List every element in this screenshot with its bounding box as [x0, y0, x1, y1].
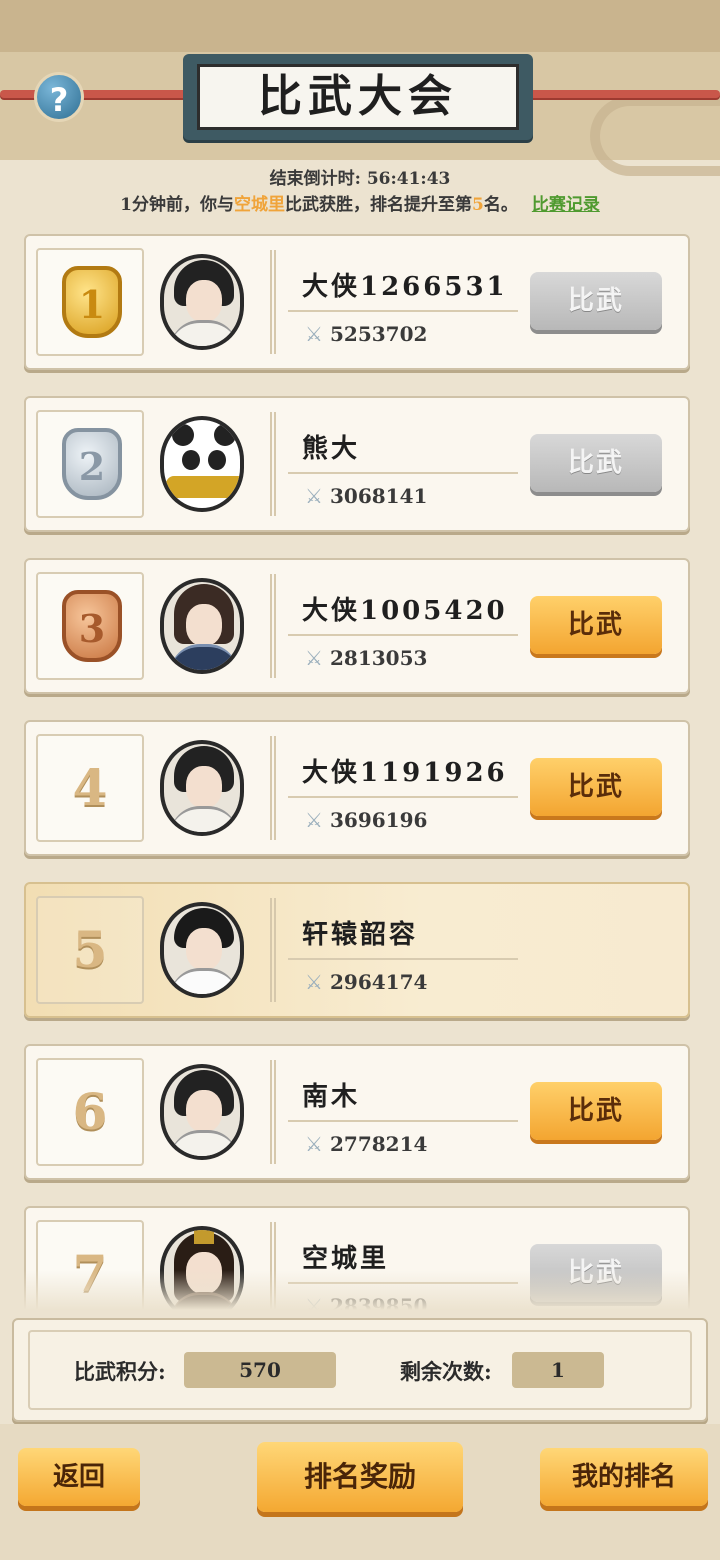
divider [288, 634, 518, 636]
list-fade [0, 1270, 720, 1310]
crossed-swords-icon: ⚔ [305, 970, 323, 994]
score-label: 比武积分: [74, 1359, 166, 1384]
avatar[interactable] [160, 416, 244, 512]
rank-number: 6 [72, 1082, 108, 1141]
notice-suffix: 名。 [483, 195, 518, 215]
bronze-medal-icon: 3 [62, 590, 122, 662]
challenge-button[interactable]: 比武 [530, 434, 662, 492]
gold-medal-icon: 1 [62, 266, 122, 338]
rank-badge-frame: 6 [36, 1058, 144, 1166]
divider [270, 736, 276, 840]
notice-mid: 比武获胜，排名提升至第 [285, 195, 472, 215]
divider [270, 574, 276, 678]
my-ranking-button[interactable]: 我的排名 [540, 1448, 708, 1506]
page-title: 比武大会 [197, 64, 519, 130]
notice-prefix: 1分钟前，你与 [120, 195, 234, 215]
ranking-row: 4 大侠1191926 ⚔ 3696196 比武 [24, 720, 690, 856]
remaining-value: 1 [512, 1352, 604, 1388]
challenge-button[interactable]: 比武 [530, 272, 662, 330]
combat-power: 5253702 [330, 322, 428, 346]
ranking-row: 3 大侠1005420 ⚔ 2813053 比武 [24, 558, 690, 694]
top-background [0, 0, 720, 60]
divider [270, 898, 276, 1002]
challenge-button[interactable]: 比武 [530, 596, 662, 654]
divider [288, 310, 518, 312]
divider [288, 1120, 518, 1122]
player-name: 大侠1005420 [302, 596, 508, 626]
avatar[interactable] [160, 1064, 244, 1160]
rank-number: 4 [72, 758, 108, 817]
crossed-swords-icon: ⚔ [305, 322, 323, 346]
divider [288, 958, 518, 960]
player-name: 大侠1191926 [302, 758, 508, 788]
notice-opponent: 空城里 [234, 195, 285, 215]
combat-power: 2778214 [330, 1132, 428, 1156]
combat-power: 2964174 [330, 970, 428, 994]
player-name: 大侠1266531 [302, 272, 508, 302]
player-name: 熊大 [302, 434, 361, 464]
countdown-label: 结束倒计时: [269, 169, 361, 189]
countdown-value: 56:41:43 [366, 169, 451, 189]
challenge-button[interactable]: 比武 [530, 1082, 662, 1140]
combat-power: 2813053 [330, 646, 428, 670]
silver-medal-icon: 2 [62, 428, 122, 500]
ranking-rewards-button[interactable]: 排名奖励 [257, 1442, 463, 1512]
rank-badge-frame: 3 [36, 572, 144, 680]
ranking-list[interactable]: 1 大侠1266531 ⚔ 5253702 比武 2 熊大 ⚔ 3068141 … [0, 230, 720, 1310]
divider [288, 472, 518, 474]
rank-number: 5 [72, 920, 108, 979]
crossed-swords-icon: ⚔ [305, 484, 323, 508]
combat-power: 3068141 [330, 484, 428, 508]
title-plaque: 比武大会 [183, 54, 533, 140]
crossed-swords-icon: ⚔ [305, 646, 323, 670]
own-ranking-row: 5 轩辕韶容 ⚔ 2964174 [24, 882, 690, 1018]
avatar[interactable] [160, 740, 244, 836]
ranking-row: 6 南木 ⚔ 2778214 比武 [24, 1044, 690, 1180]
score-value: 570 [184, 1352, 336, 1388]
rank-badge-frame: 5 [36, 896, 144, 1004]
player-name: 轩辕韶容 [302, 920, 419, 950]
rank-badge-frame: 4 [36, 734, 144, 842]
avatar[interactable] [160, 902, 244, 998]
help-icon[interactable]: ? [34, 72, 84, 122]
rank-badge-frame: 2 [36, 410, 144, 518]
battle-notice: 1分钟前，你与空城里比武获胜，排名提升至第5名。 比赛记录 [0, 190, 720, 215]
challenge-button[interactable]: 比武 [530, 758, 662, 816]
ranking-row: 2 熊大 ⚔ 3068141 比武 [24, 396, 690, 532]
divider [288, 796, 518, 798]
crossed-swords-icon: ⚔ [305, 808, 323, 832]
combat-power: 3696196 [330, 808, 428, 832]
rank-badge-frame: 1 [36, 248, 144, 356]
avatar[interactable] [160, 254, 244, 350]
divider [270, 412, 276, 516]
back-button[interactable]: 返回 [18, 1448, 140, 1506]
divider [270, 250, 276, 354]
player-name: 南木 [302, 1082, 361, 1112]
divider [270, 1060, 276, 1164]
countdown: 结束倒计时: 56:41:43 [0, 164, 720, 189]
crossed-swords-icon: ⚔ [305, 1132, 323, 1156]
avatar[interactable] [160, 578, 244, 674]
notice-rank: 5 [472, 195, 484, 215]
ranking-row: 1 大侠1266531 ⚔ 5253702 比武 [24, 234, 690, 370]
match-record-link[interactable]: 比赛记录 [532, 195, 600, 215]
remaining-label: 剩余次数: [400, 1359, 492, 1384]
